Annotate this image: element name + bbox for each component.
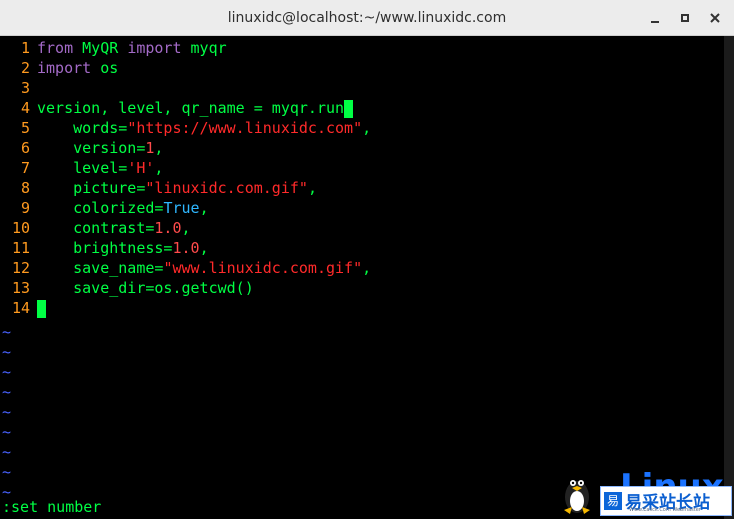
code-token: "https://www.linuxidc.com" [127, 119, 363, 137]
maximize-icon [681, 14, 689, 22]
code-token: version= [37, 139, 146, 157]
empty-line-tilde: ~ [2, 323, 12, 341]
line-number: 4 [20, 99, 30, 117]
close-button[interactable] [706, 9, 724, 27]
text-cursor [344, 99, 354, 118]
code-token: "www.linuxidc.com.gif" [163, 259, 363, 277]
line-code[interactable]: save_dir=os.getcwd() [37, 278, 254, 298]
editor-line-14[interactable]: 14 [0, 298, 46, 318]
code-token: colorized= [37, 199, 164, 217]
line-number: 1 [20, 39, 30, 57]
editor-line-11[interactable]: 11 brightness=1.0, [0, 238, 209, 258]
line-number: 9 [20, 199, 30, 217]
editor-line-13[interactable]: 13 save_dir=os.getcwd() [0, 278, 254, 298]
window-titlebar[interactable]: linuxidc@localhost:~/www.linuxidc.com [0, 0, 734, 36]
editor-line-3[interactable]: 3 [0, 78, 30, 98]
line-number: 8 [20, 179, 30, 197]
empty-line-tilde: ~ [2, 343, 12, 361]
terminal-scrollbar[interactable] [724, 36, 734, 519]
line-code[interactable] [37, 298, 46, 318]
line-code[interactable]: save_name="www.linuxidc.com.gif", [37, 258, 371, 278]
vim-command-line[interactable]: :set number [2, 497, 101, 517]
code-token: import [127, 39, 191, 57]
code-token: , [362, 119, 372, 137]
line-code[interactable]: version=1, [37, 138, 163, 158]
line-number: 5 [20, 119, 30, 137]
close-icon [710, 13, 720, 23]
line-number: 7 [20, 159, 30, 177]
line-code[interactable]: import os [37, 58, 118, 78]
line-code[interactable]: from MyQR import myqr [37, 38, 227, 58]
terminal-viewport[interactable]: 1 from MyQR import myqr 2 import os 3 4 versio… [0, 36, 724, 519]
code-token: True [163, 199, 200, 217]
editor-line-4[interactable]: 4 version, level, qr_name = myqr.run [0, 98, 354, 118]
code-token: contrast= [37, 219, 155, 237]
code-token: , [199, 239, 209, 257]
editor-line-9[interactable]: 9 colorized=True, [0, 198, 209, 218]
code-token: version, level, qr_name = myqr.run [37, 99, 345, 117]
line-number: 11 [11, 239, 30, 257]
line-number: 3 [20, 79, 30, 97]
line-code[interactable]: level='H', [37, 158, 163, 178]
empty-line-tilde: ~ [2, 463, 12, 481]
minimize-icon [651, 21, 659, 23]
code-token: myqr [190, 39, 227, 57]
watermark-badge: 易 易采站长站 Www.Easck.Com Webmaster [600, 486, 732, 516]
empty-line-tilde: ~ [2, 383, 12, 401]
code-token: 'H' [127, 159, 155, 177]
editor-line-10[interactable]: 10 contrast=1.0, [0, 218, 191, 238]
editor-line-2[interactable]: 2 import os [0, 58, 118, 78]
line-number: 2 [20, 59, 30, 77]
line-code[interactable]: picture="linuxidc.com.gif", [37, 178, 317, 198]
code-token: , [199, 199, 209, 217]
code-token: level= [37, 159, 128, 177]
code-token: 1.0 [172, 239, 200, 257]
line-number: 13 [11, 279, 30, 297]
line-number: 6 [20, 139, 30, 157]
code-token: , [362, 259, 372, 277]
code-token: MyQR [82, 39, 128, 57]
watermark-subtitle: Www.Easck.Com Webmaster [629, 507, 701, 513]
editor-line-6[interactable]: 6 version=1, [0, 138, 163, 158]
line-code[interactable]: colorized=True, [37, 198, 209, 218]
minimize-button[interactable] [646, 9, 664, 27]
line-code[interactable]: contrast=1.0, [37, 218, 191, 238]
code-token: os [100, 59, 119, 77]
code-token: brightness= [37, 239, 173, 257]
line-code[interactable]: version, level, qr_name = myqr.run [37, 98, 354, 118]
code-token: "linuxidc.com.gif" [145, 179, 308, 197]
tux-penguin-icon [564, 480, 590, 514]
code-token: from [37, 39, 83, 57]
empty-line-tilde: ~ [2, 443, 12, 461]
line-number: 10 [11, 219, 30, 237]
line-number: 12 [11, 259, 30, 277]
code-token: 1.0 [154, 219, 182, 237]
maximize-button[interactable] [676, 9, 694, 27]
code-token: save_dir=os.getcwd() [37, 279, 254, 297]
line-code[interactable]: brightness=1.0, [37, 238, 209, 258]
code-token: import [37, 59, 101, 77]
editor-line-8[interactable]: 8 picture="linuxidc.com.gif", [0, 178, 317, 198]
code-token: words= [37, 119, 128, 137]
empty-line-tilde: ~ [2, 423, 12, 441]
editor-line-12[interactable]: 12 save_name="www.linuxidc.com.gif", [0, 258, 371, 278]
code-token: picture= [37, 179, 146, 197]
empty-line-tilde: ~ [2, 403, 12, 421]
editor-line-5[interactable]: 5 words="https://www.linuxidc.com", [0, 118, 371, 138]
code-token: , [154, 159, 164, 177]
code-token: , [181, 219, 191, 237]
editor-line-1[interactable]: 1 from MyQR import myqr [0, 38, 227, 58]
code-token: , [154, 139, 164, 157]
text-cursor [37, 299, 46, 318]
code-token: , [307, 179, 317, 197]
editor-line-7[interactable]: 7 level='H', [0, 158, 163, 178]
empty-line-tilde: ~ [2, 363, 12, 381]
code-token: save_name= [37, 259, 164, 277]
watermark-mark: 易 [604, 492, 622, 510]
window-title: linuxidc@localhost:~/www.linuxidc.com [227, 10, 507, 26]
line-code[interactable]: words="https://www.linuxidc.com", [37, 118, 371, 138]
line-number: 14 [11, 299, 30, 317]
